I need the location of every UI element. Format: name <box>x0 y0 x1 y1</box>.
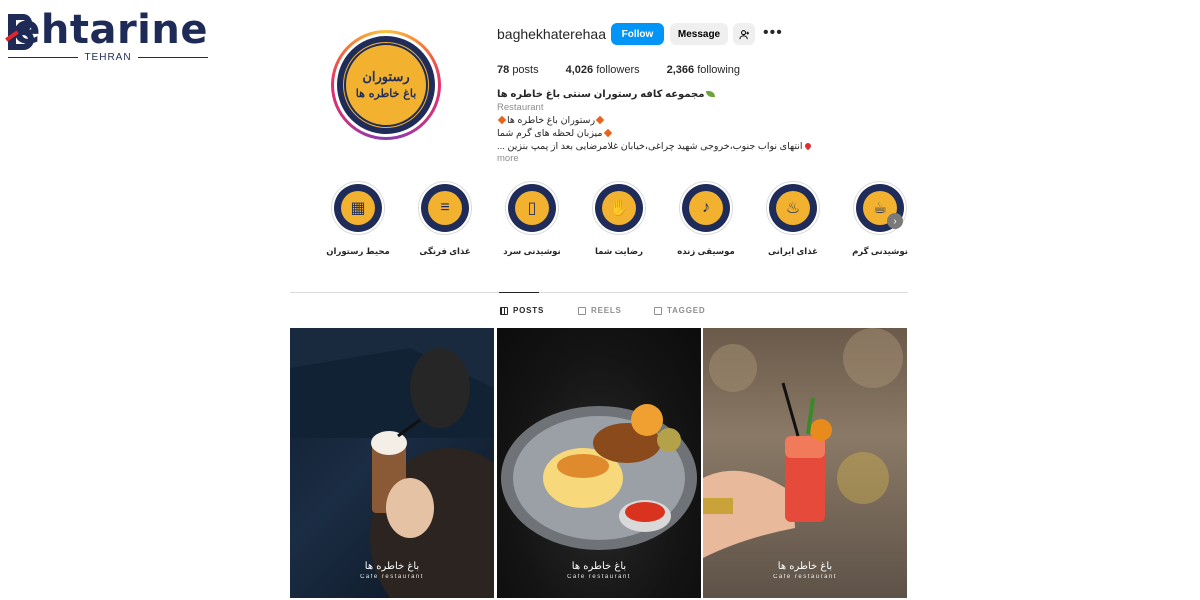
highlight-label: موسیقی زنده <box>677 246 735 256</box>
highlight-label: محیط رستوران <box>326 246 390 256</box>
post-thumbnail[interactable]: باغ خاطره ها Cafe restaurant <box>290 328 494 598</box>
add-person-icon <box>738 29 749 39</box>
post-caption-fa: باغ خاطره ها <box>571 561 627 572</box>
plant-icon <box>706 91 716 97</box>
bio-line-3: انتهای نواب جنوب،خروجی شهید چراغی،خیابان… <box>497 141 803 152</box>
brand-city: TEHRAN <box>84 52 132 63</box>
posts-stat[interactable]: 78 posts <box>497 64 539 76</box>
diamond-icon <box>603 128 612 138</box>
avatar-text-bottom: باغ خاطره ها <box>355 87 417 100</box>
post-photo <box>703 328 903 558</box>
cold-drink-icon: ▯ <box>515 191 549 225</box>
brand-logo: ehtarine TEHRAN <box>5 7 208 63</box>
following-stat[interactable]: 2,366 following <box>667 64 740 76</box>
post-thumbnail[interactable]: باغ خاطره ها Cafe restaurant <box>703 328 907 598</box>
location-pin-icon <box>803 141 812 151</box>
profile-bio: مجموعه کافه رستوران سنتی باغ خاطره ها Re… <box>497 89 827 165</box>
brand-b-mark <box>5 14 34 50</box>
building-icon: ▦ <box>341 191 375 225</box>
burger-icon: ≡ <box>428 191 462 225</box>
highlight-item[interactable]: ▦ محیط رستوران <box>318 181 398 257</box>
post-photo <box>290 328 494 598</box>
avatar-logo: رستوران باغ خاطره ها <box>343 42 429 128</box>
highlight-item[interactable]: ✋ رضایت شما <box>579 181 659 257</box>
tab-posts[interactable]: POSTS <box>500 306 544 315</box>
highlight-item[interactable]: ♨ غذای ایرانی <box>753 181 833 257</box>
post-caption-fa: باغ خاطره ها <box>364 561 420 572</box>
post-thumbnail[interactable]: باغ خاطره ها Cafe restaurant <box>497 328 701 598</box>
tab-reels[interactable]: REELS <box>578 306 622 315</box>
profile-category: Restaurant <box>497 102 544 113</box>
bio-line-2: میزبان لحظه های گرم شما <box>497 128 603 139</box>
active-tab-indicator <box>499 292 539 293</box>
highlight-label: غذای ایرانی <box>768 246 818 256</box>
highlight-item[interactable]: ♪ موسیقی زنده <box>666 181 746 257</box>
diamond-icon <box>497 115 507 125</box>
highlight-label: رضایت شما <box>594 246 644 256</box>
bio-line-1: رستوران باغ خاطره ها <box>507 115 596 126</box>
avatar-text-top: رستوران <box>362 70 410 85</box>
highlight-label: نوشیدنی گرم <box>852 246 908 256</box>
highlight-item[interactable]: ▯ نوشیدنی سرد <box>492 181 572 257</box>
dish-icon: ♨ <box>776 191 810 225</box>
post-photo <box>501 404 697 550</box>
diamond-icon <box>595 115 605 125</box>
highlight-item[interactable]: ☕ نوشیدنی گرم <box>840 181 920 257</box>
tagged-icon <box>654 306 662 315</box>
highlight-label: غذای فرنگی <box>419 246 471 256</box>
followers-stat[interactable]: 4,026 followers <box>566 64 640 76</box>
post-caption-en: Cafe restaurant <box>360 574 424 580</box>
bio-more-link[interactable]: more <box>497 153 519 164</box>
tab-tagged[interactable]: TAGGED <box>654 306 705 315</box>
grid-icon <box>500 306 508 315</box>
highlight-item[interactable]: ≡ غذای فرنگی <box>405 181 485 257</box>
story-highlights: ▦ محیط رستوران ≡ غذای فرنگی ▯ نوشیدنی سر… <box>318 181 908 261</box>
suggest-users-button[interactable] <box>733 23 755 45</box>
post-caption-en: Cafe restaurant <box>567 574 631 580</box>
follow-button[interactable]: Follow <box>611 23 664 45</box>
chevron-right-icon[interactable]: › <box>887 213 903 229</box>
post-caption-en: Cafe restaurant <box>773 574 837 580</box>
music-note-icon: ♪ <box>689 191 723 225</box>
options-menu-icon[interactable]: ••• <box>763 24 783 42</box>
brand-name: ehtarine <box>13 7 208 53</box>
profile-username: baghekhaterehaa <box>497 26 606 42</box>
profile-stats: 78 posts 4,026 followers 2,366 following <box>497 64 740 76</box>
post-caption-fa: باغ خاطره ها <box>777 561 833 572</box>
highlight-label: نوشیدنی سرد <box>503 246 561 256</box>
tabs-divider <box>290 292 908 293</box>
profile-avatar[interactable]: رستوران باغ خاطره ها <box>331 30 441 140</box>
profile-full-name: مجموعه کافه رستوران سنتی باغ خاطره ها <box>497 89 705 100</box>
reels-icon <box>578 306 586 315</box>
message-button[interactable]: Message <box>670 23 728 45</box>
handshake-icon: ✋ <box>602 191 636 225</box>
